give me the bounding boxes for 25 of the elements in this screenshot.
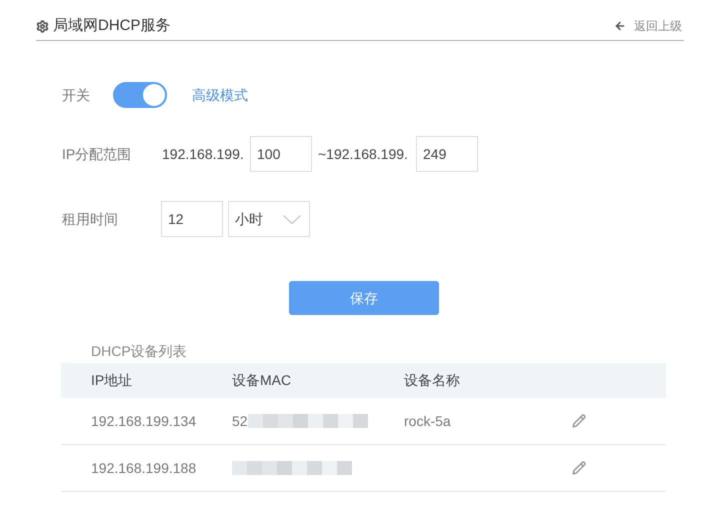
ip-prefix: 192.168.199. [162,144,245,164]
table-cell-text: 192.168.199.188 [91,458,198,478]
field-label: 租用时间 [62,210,119,228]
end-input[interactable]: 249 [416,136,478,172]
back-link[interactable]: 返回上级 [614,17,682,35]
unit-select[interactable]: 小时 [228,201,310,237]
column-header: 设备名称 [404,371,461,390]
table-title: DHCP设备列表 [91,342,188,361]
back-arrow-icon [614,20,626,32]
field-label: 开关 [62,86,91,104]
page-title: 局域网DHCP服务 [53,16,171,36]
start-input[interactable]: 100 [250,136,312,172]
chevron-down-icon [283,214,301,224]
edit-icon[interactable] [572,461,586,475]
settings-icon [36,20,49,32]
field-label: IP分配范围 [62,144,132,164]
edit-icon[interactable] [572,414,586,428]
column-header: 设备MAC [232,371,292,390]
table-cell: rock-5a [404,412,451,428]
table-cell-text: 52 [232,412,248,430]
ip-prefix: ~192.168.199. [318,144,409,164]
toggle-switch[interactable] [113,82,167,108]
table-cell-text: 192.168.199.134 [91,412,198,430]
lease-input[interactable]: 12 [161,201,223,237]
column-header: IP地址 [91,371,134,390]
